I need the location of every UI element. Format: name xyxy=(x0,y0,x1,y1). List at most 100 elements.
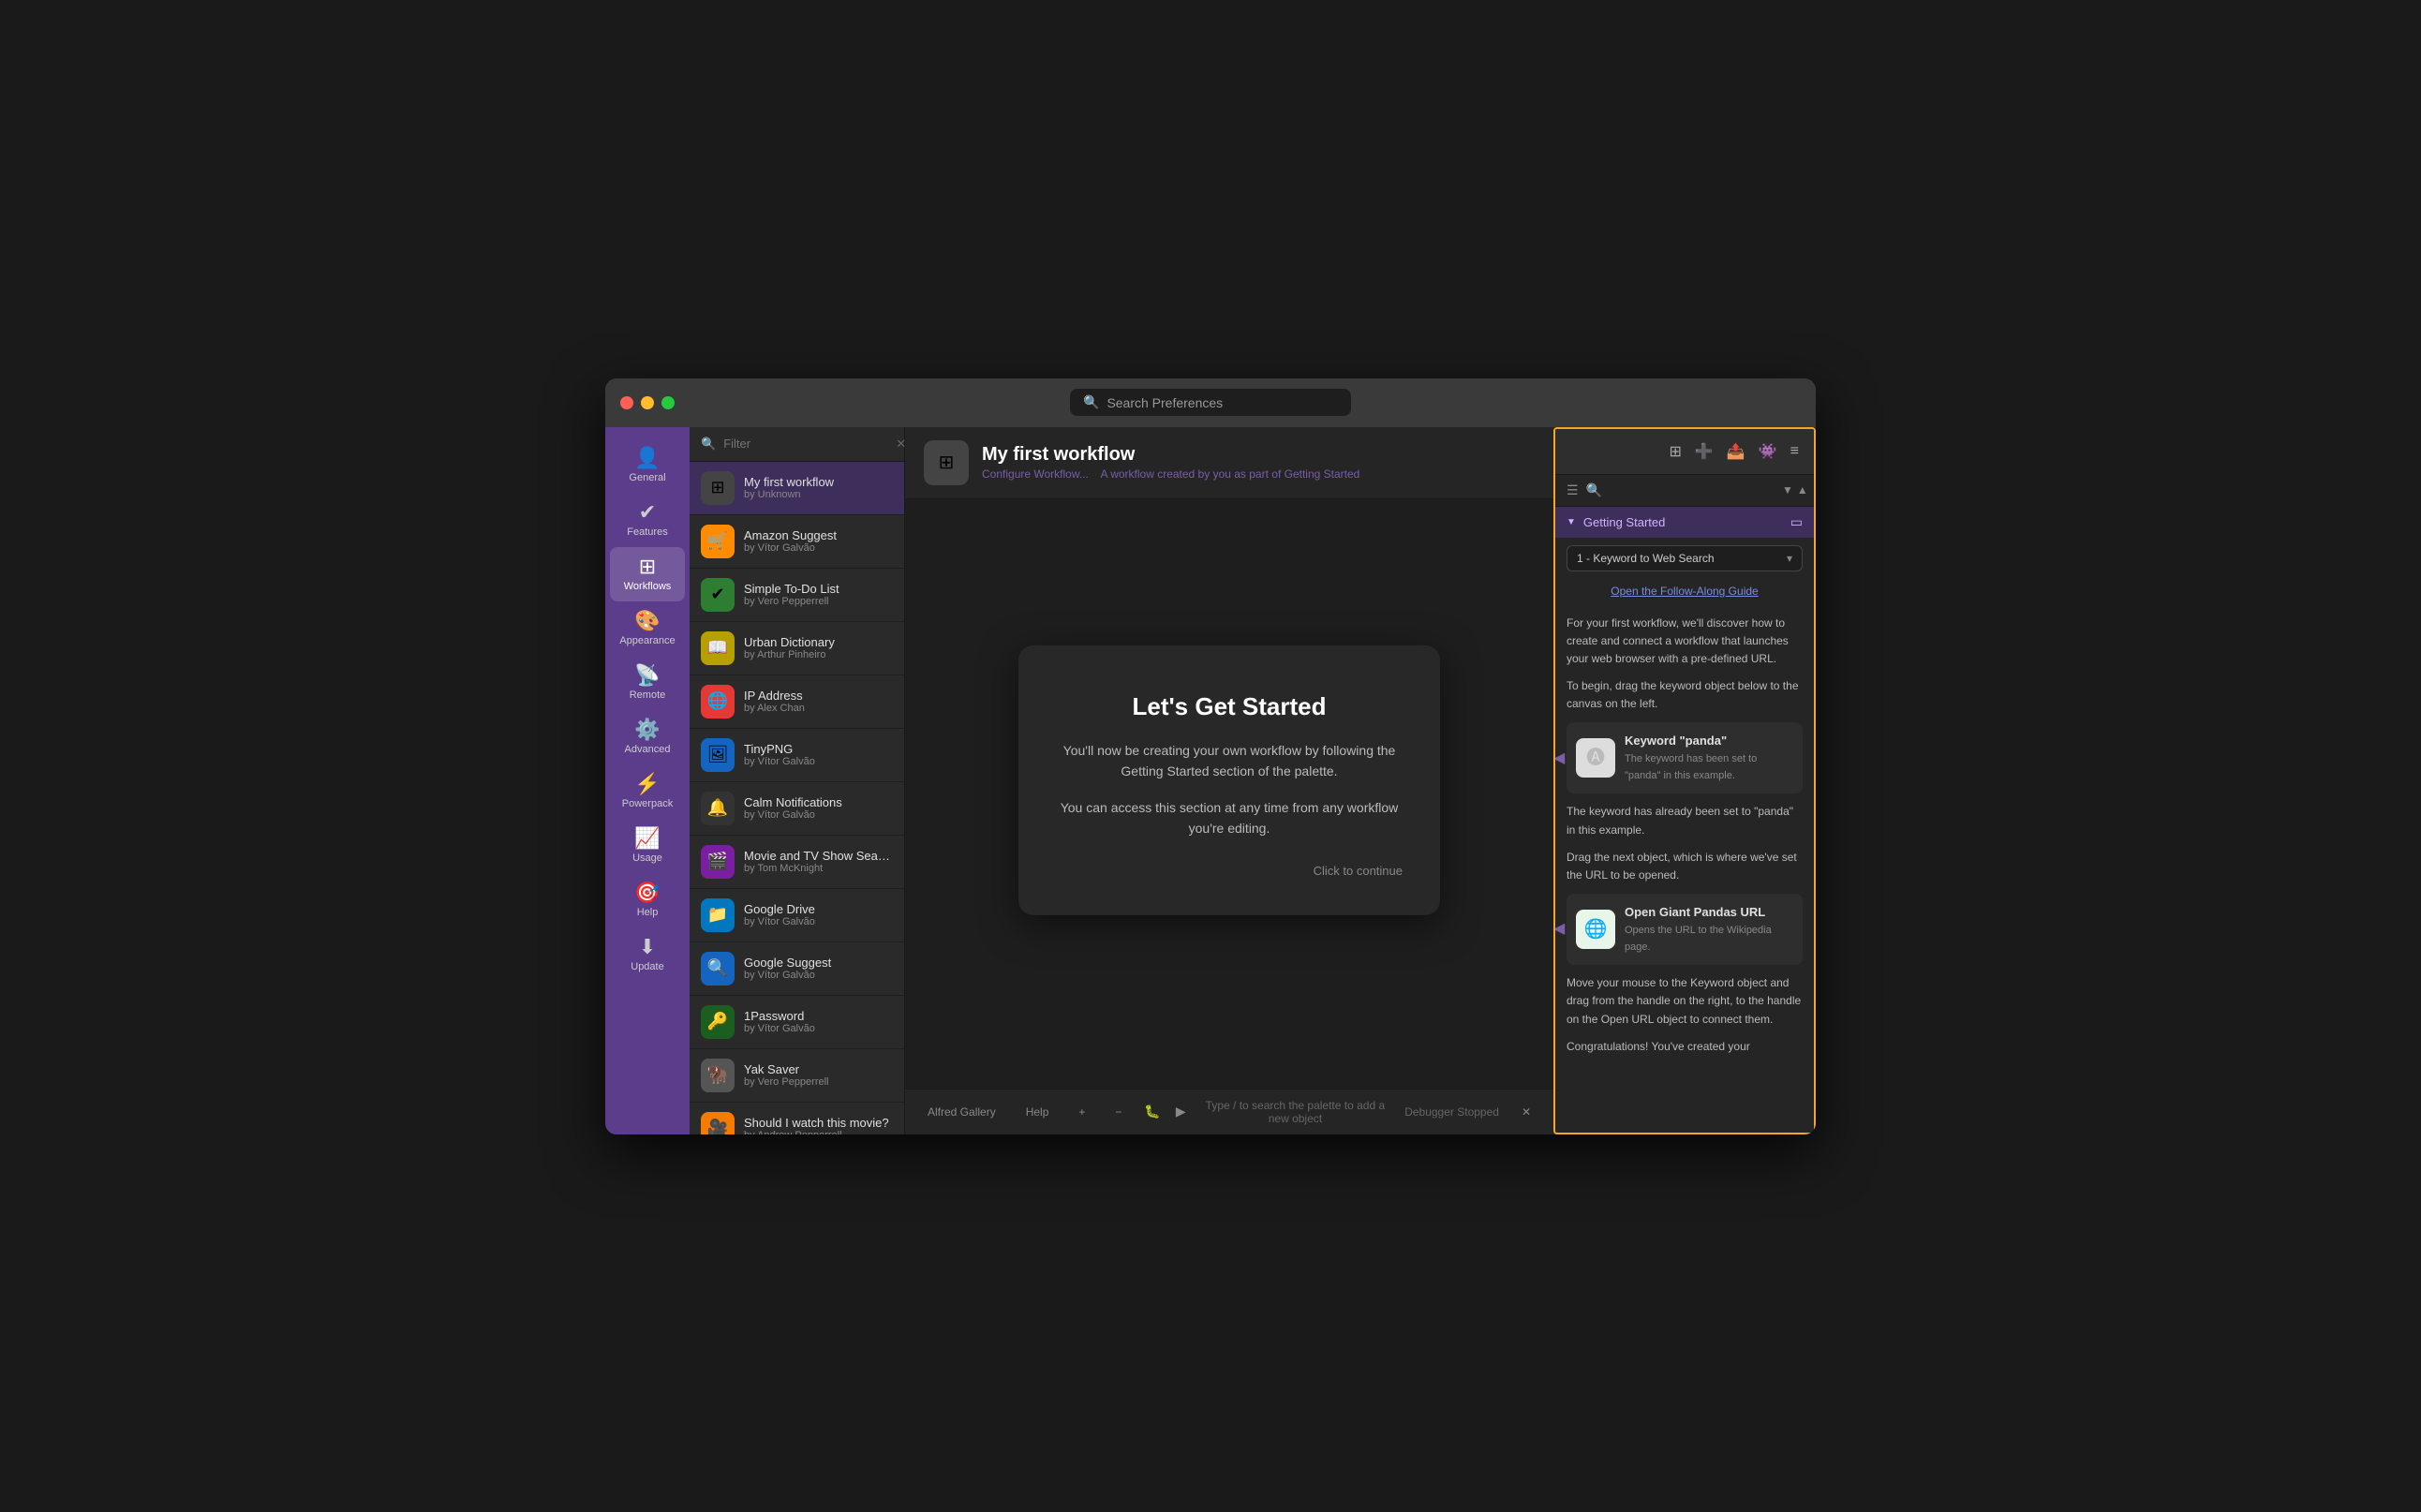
workflow-icon-8: 📁 xyxy=(701,898,735,932)
features-icon: ✔ xyxy=(639,502,656,523)
filter-bar: 🔍 ✕ xyxy=(690,427,904,462)
keyword-card[interactable]: ◀ 🅐 Keyword "panda" The keyword has been… xyxy=(1567,722,1803,793)
filter-icon: 🔍 xyxy=(701,437,716,452)
workflow-item-7[interactable]: 🎬 Movie and TV Show Search by Tom McKnig… xyxy=(690,836,904,889)
workflow-name-2: Simple To-Do List xyxy=(744,582,893,596)
workflow-author-9: by Vítor Galvão xyxy=(744,970,893,981)
workflow-item-2[interactable]: ✔ Simple To-Do List by Vero Pepperrell xyxy=(690,569,904,622)
sidebar-label-remote: Remote xyxy=(630,689,666,701)
keyword-card-arrow: ◀ xyxy=(1555,747,1565,771)
advanced-icon: ⚙️ xyxy=(634,719,660,740)
help-button[interactable]: Help xyxy=(1018,1102,1057,1122)
configure-workflow-link[interactable]: Configure Workflow... xyxy=(982,467,1089,481)
global-search-bar[interactable]: 🔍 Search Preferences xyxy=(1070,389,1351,416)
sidebar-item-remote[interactable]: 📡 Remote xyxy=(610,656,685,710)
run-icon[interactable]: ▶ xyxy=(1176,1104,1186,1119)
workflow-author-0: by Unknown xyxy=(744,489,893,500)
filter-input[interactable] xyxy=(723,437,888,451)
sort-asc-icon[interactable]: ▲ xyxy=(1797,483,1808,497)
workflow-info-3: Urban Dictionary by Arthur Pinheiro xyxy=(744,635,893,660)
sidebar-item-usage[interactable]: 📈 Usage xyxy=(610,819,685,873)
panel-search-input[interactable] xyxy=(1610,483,1775,497)
workflow-info-11: Yak Saver by Vero Pepperrell xyxy=(744,1062,893,1088)
workflow-icon-1: 🛒 xyxy=(701,525,735,558)
section-action-icon[interactable]: ▭ xyxy=(1790,514,1803,530)
workflow-author-12: by Andrew Pepperrell xyxy=(744,1130,893,1134)
workflow-info-12: Should I watch this movie? by Andrew Pep… xyxy=(744,1116,893,1134)
sort-desc-icon[interactable]: ▼ xyxy=(1782,483,1793,497)
sidebar-item-advanced[interactable]: ⚙️ Advanced xyxy=(610,710,685,764)
panel-step-dropdown[interactable]: 1 - Keyword to Web Search ▾ xyxy=(1567,545,1803,571)
close-footer-button[interactable]: ✕ xyxy=(1514,1102,1538,1122)
keyword-icon: 🅐 xyxy=(1576,738,1615,778)
sidebar-label-advanced: Advanced xyxy=(625,744,671,755)
workflow-author-8: by Vítor Galvão xyxy=(744,916,893,927)
panel-toolbar-icon-4[interactable]: 👾 xyxy=(1759,442,1777,461)
sidebar-item-workflows[interactable]: ⊞ Workflows xyxy=(610,547,685,601)
app-window: 🔍 Search Preferences 👤 General ✔ Feature… xyxy=(605,378,1816,1134)
panel-toolbar-icon-5[interactable]: ≡ xyxy=(1790,443,1799,460)
sidebar-label-general: General xyxy=(629,472,665,483)
workflow-item-6[interactable]: 🔔 Calm Notifications by Vítor Galvão xyxy=(690,782,904,836)
sidebar-item-features[interactable]: ✔ Features xyxy=(610,493,685,547)
titlebar: 🔍 Search Preferences xyxy=(605,378,1816,427)
workflow-icon-9: 🔍 xyxy=(701,952,735,986)
url-card[interactable]: ◀ 🌐 Open Giant Pandas URL Opens the URL … xyxy=(1567,894,1803,965)
sidebar-label-update: Update xyxy=(631,961,663,972)
minimize-button[interactable] xyxy=(641,396,654,409)
panel-search-bar: ☰ 🔍 ▼ ▲ xyxy=(1555,475,1814,507)
close-button[interactable] xyxy=(620,396,633,409)
panel-search-arrows[interactable]: ▼ ▲ xyxy=(1782,483,1808,497)
workflow-info-8: Google Drive by Vítor Galvão xyxy=(744,902,893,927)
workflow-item-12[interactable]: 🎥 Should I watch this movie? by Andrew P… xyxy=(690,1103,904,1134)
url-desc: Opens the URL to the Wikipedia page. xyxy=(1625,923,1793,956)
workflow-icon-0: ⊞ xyxy=(701,471,735,505)
workflow-item-8[interactable]: 📁 Google Drive by Vítor Galvão xyxy=(690,889,904,942)
keyword-desc: The keyword has been set to "panda" in t… xyxy=(1625,751,1793,784)
workflow-info-5: TinyPNG by Vítor Galvão xyxy=(744,742,893,767)
workflow-author-7: by Tom McKnight xyxy=(744,863,893,874)
panel-toolbar-icon-1[interactable]: ⊞ xyxy=(1669,442,1681,461)
workflow-item-4[interactable]: 🌐 IP Address by Alex Chan xyxy=(690,675,904,729)
sidebar-item-appearance[interactable]: 🎨 Appearance xyxy=(610,601,685,656)
guide-link[interactable]: Open the Follow-Along Guide xyxy=(1555,579,1814,603)
modal-continue[interactable]: Click to continue xyxy=(1056,853,1403,877)
canvas-area: ⊞ My first workflow Configure Workflow..… xyxy=(905,427,1553,1134)
getting-started-modal[interactable]: Let's Get Started You'll now be creating… xyxy=(1018,645,1440,915)
sidebar-item-help[interactable]: 🎯 Help xyxy=(610,873,685,927)
panel-toolbar-icon-2[interactable]: ➕ xyxy=(1695,442,1714,461)
search-placeholder: Search Preferences xyxy=(1107,395,1223,410)
canvas-body[interactable]: Let's Get Started You'll now be creating… xyxy=(905,499,1553,1089)
modal-paragraph1: You'll now be creating your own workflow… xyxy=(1056,740,1403,782)
general-icon: 👤 xyxy=(634,448,660,468)
url-name: Open Giant Pandas URL xyxy=(1625,903,1793,923)
workflow-name-8: Google Drive xyxy=(744,902,893,916)
sidebar-item-general[interactable]: 👤 General xyxy=(610,438,685,493)
workflow-author-3: by Arthur Pinheiro xyxy=(744,649,893,660)
workflow-item-5[interactable]: 🖼 TinyPNG by Vítor Galvão xyxy=(690,729,904,782)
workflow-item-1[interactable]: 🛒 Amazon Suggest by Vítor Galvão xyxy=(690,515,904,569)
workflow-item-0[interactable]: ⊞ My first workflow by Unknown xyxy=(690,462,904,515)
workflow-item-3[interactable]: 📖 Urban Dictionary by Arthur Pinheiro xyxy=(690,622,904,675)
traffic-lights xyxy=(620,396,675,409)
panel-section-header[interactable]: ▼ Getting Started ▭ xyxy=(1555,507,1814,538)
sidebar-item-powerpack[interactable]: ⚡ Powerpack xyxy=(610,764,685,819)
workflow-info-4: IP Address by Alex Chan xyxy=(744,689,893,714)
panel-para2: To begin, drag the keyword object below … xyxy=(1567,677,1803,713)
workflow-author-10: by Vítor Galvão xyxy=(744,1023,893,1034)
sidebar-item-update[interactable]: ⬇ Update xyxy=(610,927,685,982)
add-object-button[interactable]: + xyxy=(1071,1102,1092,1122)
remove-object-button[interactable]: − xyxy=(1107,1102,1129,1122)
maximize-button[interactable] xyxy=(661,396,675,409)
sidebar-label-appearance: Appearance xyxy=(619,635,675,646)
workflow-name-6: Calm Notifications xyxy=(744,795,893,809)
right-panel: ⊞ ➕ 📤 👾 ≡ ☰ 🔍 ▼ ▲ ▼ Getting Started ▭ xyxy=(1553,427,1816,1134)
panel-toolbar-icon-3[interactable]: 📤 xyxy=(1727,442,1745,461)
workflow-item-11[interactable]: 🦬 Yak Saver by Vero Pepperrell xyxy=(690,1049,904,1103)
debug-icon[interactable]: 🐛 xyxy=(1144,1104,1160,1119)
workflow-info-1: Amazon Suggest by Vítor Galvão xyxy=(744,528,893,554)
workflow-item-10[interactable]: 🔑 1Password by Vítor Galvão xyxy=(690,996,904,1049)
workflow-list: 🔍 ✕ ⊞ My first workflow by Unknown 🛒 Ama… xyxy=(690,427,905,1134)
workflow-item-9[interactable]: 🔍 Google Suggest by Vítor Galvão xyxy=(690,942,904,996)
gallery-button[interactable]: Alfred Gallery xyxy=(920,1102,1003,1122)
